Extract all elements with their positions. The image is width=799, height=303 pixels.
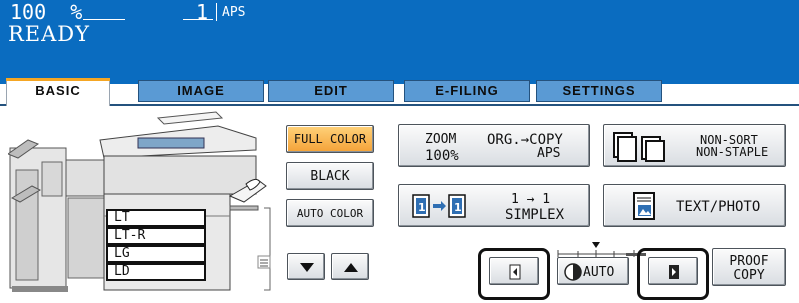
duplex-mode-label: 1 → 1: [511, 192, 551, 207]
active-tab-indicator: [6, 78, 110, 81]
triangle-up-icon: [344, 263, 358, 272]
paper-mode-display: APS: [222, 5, 246, 20]
zoom-underline: [83, 4, 125, 20]
non-staple-label: NON-STAPLE: [696, 145, 769, 159]
full-color-button[interactable]: FULL COLOR: [286, 125, 374, 153]
tray-scroll-down-button[interactable]: [287, 253, 325, 280]
paper-size-label: LD: [114, 264, 130, 279]
density-scale-icon: [557, 242, 646, 257]
svg-text:1: 1: [418, 201, 426, 214]
tab-bar: [0, 84, 799, 106]
zoom-paper-label: APS: [537, 146, 561, 161]
text-photo-label: TEXT/PHOTO: [676, 199, 761, 215]
black-label: BLACK: [310, 169, 350, 184]
copies-underline: [183, 4, 213, 20]
simplex-icon: 1 1: [412, 194, 466, 218]
text-photo-button[interactable]: TEXT/PHOTO: [603, 184, 786, 227]
auto-color-label: AUTO COLOR: [296, 207, 364, 220]
tab-baseline: [0, 104, 799, 106]
proof-label: PROOF: [729, 254, 769, 269]
auto-density-label: AUTO: [583, 265, 615, 280]
paper-size-label: LT: [114, 210, 130, 225]
simplex-label: SIMPLEX: [505, 207, 565, 223]
tray-scroll-up-button[interactable]: [331, 253, 369, 280]
auto-density-icon: [564, 263, 582, 281]
full-color-label: FULL COLOR: [293, 132, 367, 146]
tab-basic[interactable]: BASIC: [6, 78, 110, 106]
paper-drawer-2[interactable]: LT-R: [106, 227, 206, 245]
paper-size-label: LT-R: [114, 228, 146, 243]
zoom-unit: %: [70, 0, 83, 24]
auto-density-button[interactable]: AUTO: [557, 257, 629, 285]
paper-size-label: LG: [114, 246, 130, 261]
tab-e-filing[interactable]: E-FILING: [404, 80, 530, 102]
machine-status: READY: [8, 22, 91, 46]
non-sort-icon: [613, 132, 665, 162]
copy-label: COPY: [733, 268, 765, 283]
tab-settings[interactable]: SETTINGS: [536, 80, 662, 102]
org-to-copy-label: ORG.→COPY: [487, 132, 563, 148]
density-darker-highlight: [637, 248, 709, 300]
zoom-label: ZOOM: [425, 132, 457, 147]
non-sort-button[interactable]: NON-SORT NON-STAPLE: [603, 124, 786, 167]
text-photo-icon: [633, 192, 655, 220]
status-header: 100 % 1 APS READY: [0, 0, 799, 84]
tab-edit[interactable]: EDIT: [268, 80, 394, 102]
paper-drawer-4[interactable]: LD: [106, 263, 206, 281]
paper-drawer-3[interactable]: LG: [106, 245, 206, 263]
zoom-value: 100: [10, 0, 47, 24]
black-button[interactable]: BLACK: [286, 162, 374, 190]
density-lighter-highlight: [478, 248, 550, 300]
paper-drawer-1[interactable]: LT: [106, 209, 206, 227]
tab-image[interactable]: IMAGE: [138, 80, 264, 102]
zoom-value-display: 100 %: [10, 2, 82, 22]
zoom-button[interactable]: ZOOM 100% ORG.→COPY APS: [398, 124, 590, 167]
triangle-down-icon: [300, 263, 314, 272]
auto-color-button[interactable]: AUTO COLOR: [286, 199, 374, 227]
header-separator: [216, 3, 217, 21]
simplex-button[interactable]: 1 1 1 → 1 SIMPLEX: [398, 184, 590, 227]
proof-copy-button[interactable]: PROOF COPY: [712, 248, 786, 286]
zoom-percent: 100%: [425, 148, 459, 164]
svg-text:1: 1: [454, 201, 462, 214]
